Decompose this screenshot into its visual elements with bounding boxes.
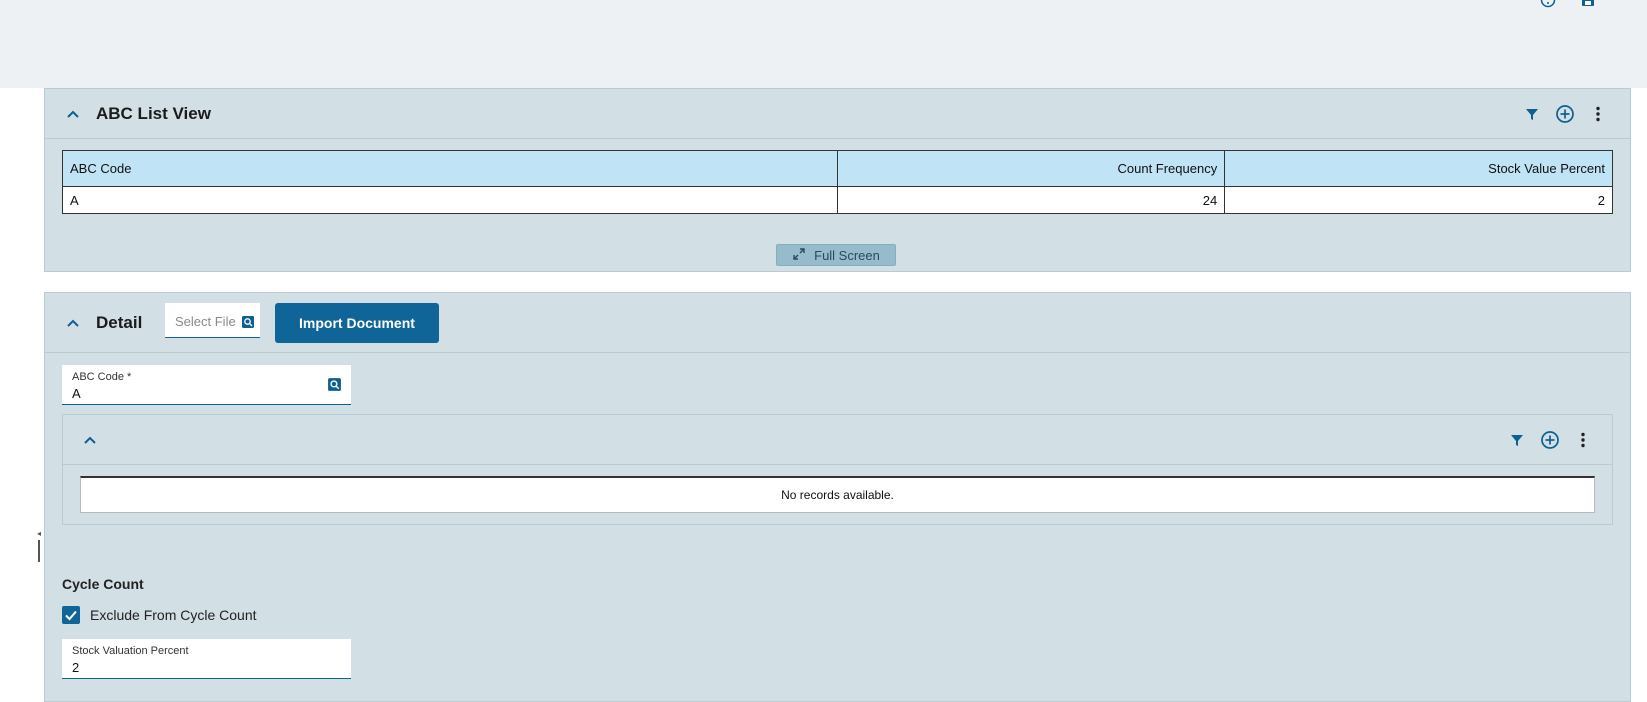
panel-title: ABC List View: [96, 104, 211, 123]
select-file-placeholder: Select File: [175, 314, 236, 329]
sub-panel-header: [63, 415, 1612, 465]
abc-code-field-value[interactable]: A: [72, 386, 81, 401]
more-icon[interactable]: [1573, 430, 1593, 450]
top-bar: [0, 0, 1647, 88]
cell-stock-value-percent[interactable]: 2: [1224, 186, 1613, 214]
stock-valuation-field-label: Stock Valuation Percent: [72, 645, 189, 657]
empty-records-message: No records available.: [80, 476, 1595, 513]
expand-icon: [792, 247, 806, 264]
column-header-count-frequency[interactable]: Count Frequency: [837, 150, 1226, 187]
sub-records-panel: No records available.: [62, 414, 1613, 525]
cell-abc-code[interactable]: A: [61, 186, 839, 214]
checkmark-icon: [65, 610, 77, 621]
file-search-icon[interactable]: [241, 315, 255, 329]
detail-panel: Detail Select File Import Document ABC C…: [44, 292, 1631, 702]
abc-code-field[interactable]: ABC Code * A: [62, 365, 351, 405]
help-icon[interactable]: [1540, 0, 1556, 8]
collapse-chevron-icon[interactable]: [64, 105, 82, 123]
select-file-input[interactable]: Select File: [165, 303, 260, 338]
filter-icon[interactable]: [1522, 104, 1542, 124]
filter-icon[interactable]: [1507, 430, 1527, 450]
stock-valuation-field-value[interactable]: 2: [72, 660, 79, 675]
lookup-search-icon[interactable]: [327, 377, 342, 392]
cycle-count-section-title: Cycle Count: [62, 576, 144, 592]
save-icon[interactable]: [1580, 0, 1596, 8]
table-header-row: ABC Code Count Frequency Stock Value Per…: [61, 150, 1613, 187]
more-icon[interactable]: [1588, 104, 1608, 124]
collapse-chevron-icon[interactable]: [81, 431, 99, 449]
splitter-arrow-icon[interactable]: ◂: [37, 529, 41, 538]
abc-list-panel: ABC List View ABC Code Count Frequency S…: [44, 88, 1631, 272]
abc-list-panel-header: ABC List View: [45, 89, 1630, 139]
abc-code-field-label: ABC Code *: [72, 371, 132, 383]
stock-valuation-percent-field[interactable]: Stock Valuation Percent 2: [62, 639, 351, 679]
panel-title: Detail: [96, 313, 143, 332]
add-icon[interactable]: [1555, 104, 1575, 124]
collapse-chevron-icon[interactable]: [64, 314, 82, 332]
import-document-button[interactable]: Import Document: [275, 303, 439, 343]
splitter-handle[interactable]: [38, 540, 40, 562]
exclude-cycle-count-label[interactable]: Exclude From Cycle Count: [90, 607, 257, 623]
add-icon[interactable]: [1540, 430, 1560, 450]
column-header-abc-code[interactable]: ABC Code: [61, 150, 839, 187]
cell-count-frequency[interactable]: 24: [837, 186, 1226, 214]
column-header-stock-value-percent[interactable]: Stock Value Percent: [1224, 150, 1613, 187]
abc-list-table: ABC Code Count Frequency Stock Value Per…: [61, 150, 1613, 214]
full-screen-button[interactable]: Full Screen: [776, 244, 896, 266]
detail-panel-header: Detail Select File Import Document: [45, 293, 1630, 353]
full-screen-label: Full Screen: [814, 247, 880, 263]
cell-abc-code-value: A: [70, 192, 79, 208]
table-row[interactable]: A 24 2: [61, 186, 1613, 214]
exclude-cycle-count-checkbox[interactable]: [62, 606, 80, 624]
